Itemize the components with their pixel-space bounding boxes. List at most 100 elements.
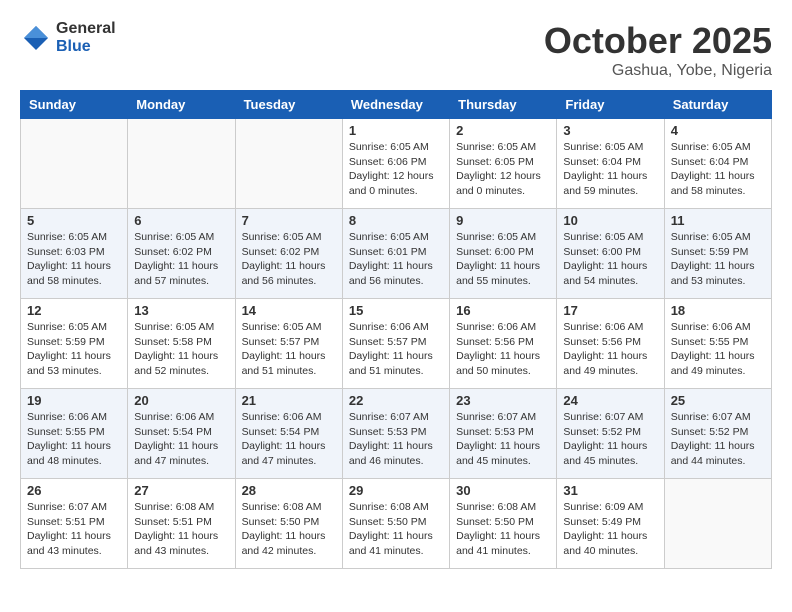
day-info: Sunrise: 6:08 AMSunset: 5:50 PMDaylight:…	[456, 500, 550, 559]
day-info: Sunrise: 6:05 AMSunset: 6:05 PMDaylight:…	[456, 140, 550, 199]
day-info: Sunrise: 6:06 AMSunset: 5:54 PMDaylight:…	[134, 410, 228, 469]
calendar-cell: 22Sunrise: 6:07 AMSunset: 5:53 PMDayligh…	[342, 389, 449, 479]
calendar-week-row: 12 Sunrise: 6:05 AMSunset: 5:59 PMDayligh…	[21, 299, 772, 389]
calendar-cell: 21 Sunrise: 6:06 AMSunset: 5:54 PMDayligh…	[235, 389, 342, 479]
day-number: 20	[134, 393, 228, 408]
logo-general-text: General	[56, 20, 116, 38]
day-info: Sunrise: 6:05 AMSunset: 5:59 PMDaylight:…	[27, 320, 121, 379]
day-info: Sunrise: 6:06 AMSunset: 5:56 PMDaylight:…	[456, 320, 550, 379]
day-info: Sunrise: 6:06 AMSunset: 5:57 PMDaylight:…	[349, 320, 443, 379]
calendar-cell	[21, 119, 128, 209]
column-header-saturday: Saturday	[664, 91, 771, 119]
day-info: Sunrise: 6:05 AMSunset: 5:58 PMDaylight:…	[134, 320, 228, 379]
calendar-cell: 20 Sunrise: 6:06 AMSunset: 5:54 PMDayligh…	[128, 389, 235, 479]
calendar-cell: 17 Sunrise: 6:06 AMSunset: 5:56 PMDayligh…	[557, 299, 664, 389]
day-info: Sunrise: 6:05 AMSunset: 5:59 PMDaylight:…	[671, 230, 765, 289]
calendar-cell: 25 Sunrise: 6:07 AMSunset: 5:52 PMDayligh…	[664, 389, 771, 479]
column-header-thursday: Thursday	[450, 91, 557, 119]
day-number: 27	[134, 483, 228, 498]
column-header-wednesday: Wednesday	[342, 91, 449, 119]
calendar-cell: 3 Sunrise: 6:05 AMSunset: 6:04 PMDaylight…	[557, 119, 664, 209]
day-number: 12	[27, 303, 121, 318]
day-info: Sunrise: 6:05 AMSunset: 6:00 PMDaylight:…	[456, 230, 550, 289]
day-info: Sunrise: 6:05 AMSunset: 6:04 PMDaylight:…	[671, 140, 765, 199]
day-number: 2	[456, 123, 550, 138]
calendar-cell: 16 Sunrise: 6:06 AMSunset: 5:56 PMDayligh…	[450, 299, 557, 389]
day-number: 30	[456, 483, 550, 498]
calendar-header-row: SundayMondayTuesdayWednesdayThursdayFrid…	[21, 91, 772, 119]
calendar-cell: 4 Sunrise: 6:05 AMSunset: 6:04 PMDaylight…	[664, 119, 771, 209]
day-number: 24	[563, 393, 657, 408]
day-info: Sunrise: 6:08 AMSunset: 5:50 PMDaylight:…	[242, 500, 336, 559]
calendar-week-row: 26 Sunrise: 6:07 AMSunset: 5:51 PMDayligh…	[21, 479, 772, 569]
calendar-cell: 23Sunrise: 6:07 AMSunset: 5:53 PMDayligh…	[450, 389, 557, 479]
day-info: Sunrise: 6:05 AMSunset: 6:03 PMDaylight:…	[27, 230, 121, 289]
day-number: 17	[563, 303, 657, 318]
calendar-table: SundayMondayTuesdayWednesdayThursdayFrid…	[20, 90, 772, 569]
calendar-cell: 6 Sunrise: 6:05 AMSunset: 6:02 PMDaylight…	[128, 209, 235, 299]
day-number: 28	[242, 483, 336, 498]
calendar-cell: 9 Sunrise: 6:05 AMSunset: 6:00 PMDaylight…	[450, 209, 557, 299]
calendar-cell: 29Sunrise: 6:08 AMSunset: 5:50 PMDayligh…	[342, 479, 449, 569]
day-number: 11	[671, 213, 765, 228]
calendar-cell: 26 Sunrise: 6:07 AMSunset: 5:51 PMDayligh…	[21, 479, 128, 569]
calendar-cell: 7Sunrise: 6:05 AMSunset: 6:02 PMDaylight…	[235, 209, 342, 299]
column-header-monday: Monday	[128, 91, 235, 119]
calendar-cell: 11 Sunrise: 6:05 AMSunset: 5:59 PMDayligh…	[664, 209, 771, 299]
calendar-cell: 10 Sunrise: 6:05 AMSunset: 6:00 PMDayligh…	[557, 209, 664, 299]
day-number: 10	[563, 213, 657, 228]
calendar-week-row: 5 Sunrise: 6:05 AMSunset: 6:03 PMDaylight…	[21, 209, 772, 299]
day-info: Sunrise: 6:06 AMSunset: 5:56 PMDaylight:…	[563, 320, 657, 379]
day-number: 3	[563, 123, 657, 138]
calendar-week-row: 19Sunrise: 6:06 AMSunset: 5:55 PMDayligh…	[21, 389, 772, 479]
column-header-tuesday: Tuesday	[235, 91, 342, 119]
day-info: Sunrise: 6:07 AMSunset: 5:51 PMDaylight:…	[27, 500, 121, 559]
day-info: Sunrise: 6:05 AMSunset: 6:06 PMDaylight:…	[349, 140, 443, 199]
day-number: 13	[134, 303, 228, 318]
calendar-cell: 1 Sunrise: 6:05 AMSunset: 6:06 PMDaylight…	[342, 119, 449, 209]
day-number: 8	[349, 213, 443, 228]
calendar-cell: 30 Sunrise: 6:08 AMSunset: 5:50 PMDayligh…	[450, 479, 557, 569]
calendar-cell: 14 Sunrise: 6:05 AMSunset: 5:57 PMDayligh…	[235, 299, 342, 389]
day-number: 16	[456, 303, 550, 318]
day-number: 25	[671, 393, 765, 408]
logo: General Blue	[20, 20, 116, 55]
day-info: Sunrise: 6:08 AMSunset: 5:51 PMDaylight:…	[134, 500, 228, 559]
day-info: Sunrise: 6:05 AMSunset: 5:57 PMDaylight:…	[242, 320, 336, 379]
day-number: 1	[349, 123, 443, 138]
day-info: Sunrise: 6:06 AMSunset: 5:54 PMDaylight:…	[242, 410, 336, 469]
day-info: Sunrise: 6:07 AMSunset: 5:52 PMDaylight:…	[563, 410, 657, 469]
day-number: 5	[27, 213, 121, 228]
day-info: Sunrise: 6:05 AMSunset: 6:04 PMDaylight:…	[563, 140, 657, 199]
day-info: Sunrise: 6:09 AMSunset: 5:49 PMDaylight:…	[563, 500, 657, 559]
header: General Blue October 2025 Gashua, Yobe, …	[20, 20, 772, 80]
calendar-cell: 2 Sunrise: 6:05 AMSunset: 6:05 PMDaylight…	[450, 119, 557, 209]
day-info: Sunrise: 6:07 AMSunset: 5:52 PMDaylight:…	[671, 410, 765, 469]
calendar-cell: 28 Sunrise: 6:08 AMSunset: 5:50 PMDayligh…	[235, 479, 342, 569]
day-info: Sunrise: 6:07 AMSunset: 5:53 PMDaylight:…	[349, 410, 443, 469]
day-info: Sunrise: 6:05 AMSunset: 6:00 PMDaylight:…	[563, 230, 657, 289]
day-info: Sunrise: 6:07 AMSunset: 5:53 PMDaylight:…	[456, 410, 550, 469]
month-title: October 2025	[544, 20, 772, 62]
title-area: October 2025 Gashua, Yobe, Nigeria	[544, 20, 772, 80]
day-number: 4	[671, 123, 765, 138]
logo-icon	[20, 22, 52, 54]
day-number: 9	[456, 213, 550, 228]
day-number: 21	[242, 393, 336, 408]
location-title: Gashua, Yobe, Nigeria	[544, 62, 772, 80]
column-header-sunday: Sunday	[21, 91, 128, 119]
calendar-cell: 13 Sunrise: 6:05 AMSunset: 5:58 PMDayligh…	[128, 299, 235, 389]
day-number: 31	[563, 483, 657, 498]
day-info: Sunrise: 6:05 AMSunset: 6:01 PMDaylight:…	[349, 230, 443, 289]
calendar-cell: 15 Sunrise: 6:06 AMSunset: 5:57 PMDayligh…	[342, 299, 449, 389]
calendar-cell: 18Sunrise: 6:06 AMSunset: 5:55 PMDayligh…	[664, 299, 771, 389]
day-info: Sunrise: 6:06 AMSunset: 5:55 PMDaylight:…	[27, 410, 121, 469]
calendar-cell	[235, 119, 342, 209]
day-number: 26	[27, 483, 121, 498]
day-number: 6	[134, 213, 228, 228]
day-number: 15	[349, 303, 443, 318]
day-info: Sunrise: 6:05 AMSunset: 6:02 PMDaylight:…	[134, 230, 228, 289]
calendar-cell: 12 Sunrise: 6:05 AMSunset: 5:59 PMDayligh…	[21, 299, 128, 389]
calendar-cell	[128, 119, 235, 209]
day-number: 14	[242, 303, 336, 318]
